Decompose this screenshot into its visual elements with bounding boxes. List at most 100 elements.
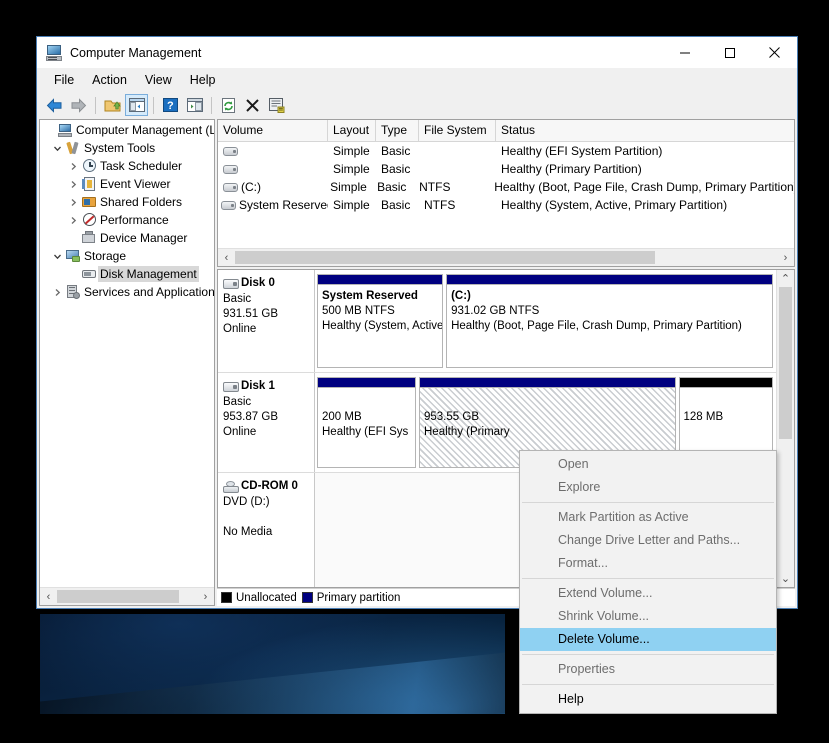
disk-partitions: System Reserved 500 MB NTFS Healthy (Sys… bbox=[315, 270, 776, 372]
legend-item-unallocated: Unallocated bbox=[221, 592, 297, 604]
disk-info-disk-1: Disk 1 Basic 953.87 GB Online bbox=[218, 373, 315, 472]
tree-item-event-viewer[interactable]: Event Viewer bbox=[40, 175, 214, 193]
computer-management-icon bbox=[46, 44, 63, 61]
partition-c-drive[interactable]: (C:) 931.02 GB NTFS Healthy (Boot, Page … bbox=[446, 274, 773, 368]
scroll-up-arrow-icon[interactable]: ⌃ bbox=[777, 270, 794, 287]
device-manager-icon bbox=[81, 231, 98, 245]
scroll-thumb[interactable] bbox=[235, 251, 655, 264]
console-tree: Computer Management (Lo System Tools Tas… bbox=[40, 120, 214, 587]
column-header-type[interactable]: Type bbox=[376, 120, 419, 141]
chevron-down-icon[interactable] bbox=[50, 252, 65, 261]
system-tools-icon bbox=[65, 141, 82, 155]
menu-mark-partition-active[interactable]: Mark Partition as Active bbox=[520, 506, 776, 529]
volume-list-header: Volume Layout Type File System Status bbox=[218, 120, 794, 142]
chevron-right-icon[interactable] bbox=[66, 180, 81, 189]
disk-title: CD-ROM 0 bbox=[223, 479, 310, 494]
tree-item-label: Device Manager bbox=[100, 231, 188, 245]
partition-details: 200 MB Healthy (EFI Sys bbox=[317, 388, 416, 468]
disk-info-cdrom-0: CD-ROM 0 DVD (D:) No Media bbox=[218, 473, 315, 587]
tree-item-services-and-applications[interactable]: Services and Application bbox=[40, 283, 214, 301]
menu-action[interactable]: Action bbox=[83, 70, 136, 90]
menu-extend-volume[interactable]: Extend Volume... bbox=[520, 582, 776, 605]
table-row[interactable]: Simple Basic Healthy (EFI System Partiti… bbox=[218, 142, 794, 160]
close-button[interactable] bbox=[752, 37, 797, 68]
show-hide-console-tree-button[interactable] bbox=[125, 94, 148, 116]
up-one-level-button[interactable] bbox=[101, 94, 124, 116]
column-header-volume[interactable]: Volume bbox=[218, 120, 328, 141]
disk-title: Disk 1 bbox=[223, 379, 310, 394]
table-row[interactable]: Simple Basic Healthy (Primary Partition) bbox=[218, 160, 794, 178]
tree-item-shared-folders[interactable]: Shared Folders bbox=[40, 193, 214, 211]
tree-item-performance[interactable]: Performance bbox=[40, 211, 214, 229]
scroll-thumb[interactable] bbox=[57, 590, 179, 603]
menu-view[interactable]: View bbox=[136, 70, 181, 90]
tree-horizontal-scrollbar[interactable]: ‹ › bbox=[40, 587, 214, 605]
menu-format[interactable]: Format... bbox=[520, 552, 776, 575]
partition-status: Healthy (Primary bbox=[424, 426, 510, 438]
properties-button[interactable] bbox=[265, 94, 288, 116]
help-button[interactable]: ? bbox=[159, 94, 182, 116]
column-header-status[interactable]: Status bbox=[496, 120, 794, 141]
partition-system-reserved[interactable]: System Reserved 500 MB NTFS Healthy (Sys… bbox=[317, 274, 444, 368]
tree-item-label: Event Viewer bbox=[100, 177, 171, 191]
show-action-pane-button[interactable] bbox=[183, 94, 206, 116]
tree-item-storage[interactable]: Storage bbox=[40, 247, 214, 265]
tree-item-computer-management[interactable]: Computer Management (Lo bbox=[40, 121, 214, 139]
disk-row-disk-0[interactable]: Disk 0 Basic 931.51 GB Online System Res… bbox=[218, 270, 776, 373]
performance-icon bbox=[81, 213, 98, 227]
delete-button[interactable] bbox=[241, 94, 264, 116]
drive-icon bbox=[221, 201, 236, 211]
column-header-layout[interactable]: Layout bbox=[328, 120, 376, 141]
scroll-right-arrow-icon[interactable]: › bbox=[197, 588, 214, 605]
tree-item-device-manager[interactable]: Device Manager bbox=[40, 229, 214, 247]
back-button[interactable] bbox=[43, 94, 66, 116]
disk-state: Online bbox=[223, 323, 257, 335]
menu-separator bbox=[522, 502, 774, 503]
scroll-track[interactable] bbox=[57, 588, 197, 605]
menu-shrink-volume[interactable]: Shrink Volume... bbox=[520, 605, 776, 628]
minimize-button[interactable] bbox=[662, 37, 707, 68]
table-row[interactable]: System Reserved Simple Basic NTFS Health… bbox=[218, 196, 794, 214]
maximize-button[interactable] bbox=[707, 37, 752, 68]
chevron-right-icon[interactable] bbox=[66, 198, 81, 207]
table-row[interactable]: (C:) Simple Basic NTFS Healthy (Boot, Pa… bbox=[218, 178, 794, 196]
scroll-track[interactable] bbox=[777, 287, 794, 570]
forward-button[interactable] bbox=[67, 94, 90, 116]
menu-open[interactable]: Open bbox=[520, 453, 776, 476]
tree-item-system-tools[interactable]: System Tools bbox=[40, 139, 214, 157]
menu-properties[interactable]: Properties bbox=[520, 658, 776, 681]
chevron-right-icon[interactable] bbox=[50, 288, 65, 297]
partition-color-bar bbox=[678, 377, 773, 388]
disk-capacity-spacer bbox=[223, 510, 310, 525]
scroll-left-arrow-icon[interactable]: ‹ bbox=[40, 588, 57, 605]
chevron-down-icon[interactable] bbox=[50, 144, 65, 153]
disk-management-icon bbox=[81, 267, 98, 281]
refresh-button[interactable] bbox=[217, 94, 240, 116]
column-header-file-system[interactable]: File System bbox=[419, 120, 496, 141]
scroll-thumb[interactable] bbox=[779, 287, 792, 439]
scroll-right-arrow-icon[interactable]: › bbox=[777, 249, 794, 266]
partition-size: 500 MB NTFS bbox=[322, 305, 395, 317]
scroll-left-arrow-icon[interactable]: ‹ bbox=[218, 249, 235, 266]
disk-capacity: 953.87 GB bbox=[223, 411, 278, 423]
scroll-down-arrow-icon[interactable]: ⌄ bbox=[777, 570, 794, 587]
volume-list-horizontal-scrollbar[interactable]: ‹ › bbox=[218, 248, 794, 266]
menu-change-drive-letter[interactable]: Change Drive Letter and Paths... bbox=[520, 529, 776, 552]
tree-item-disk-management[interactable]: Disk Management bbox=[40, 265, 214, 283]
chevron-right-icon[interactable] bbox=[66, 162, 81, 171]
window-title: Computer Management bbox=[70, 45, 202, 60]
partition-efi-system[interactable]: 200 MB Healthy (EFI Sys bbox=[317, 377, 416, 468]
cell-type: Basic bbox=[381, 198, 411, 212]
scroll-track[interactable] bbox=[235, 249, 777, 266]
cell-status: Healthy (System, Active, Primary Partiti… bbox=[501, 198, 728, 212]
chevron-right-icon[interactable] bbox=[66, 216, 81, 225]
menu-file[interactable]: File bbox=[45, 70, 83, 90]
menu-explore[interactable]: Explore bbox=[520, 476, 776, 499]
menu-help-item[interactable]: Help bbox=[520, 688, 776, 711]
partition-name: (C:) bbox=[451, 290, 471, 302]
menu-delete-volume[interactable]: Delete Volume... bbox=[520, 628, 776, 651]
menu-help[interactable]: Help bbox=[181, 70, 225, 90]
disk-view-vertical-scrollbar[interactable]: ⌃ ⌄ bbox=[776, 270, 794, 587]
tree-item-task-scheduler[interactable]: Task Scheduler bbox=[40, 157, 214, 175]
disk-name: Disk 1 bbox=[241, 380, 275, 392]
